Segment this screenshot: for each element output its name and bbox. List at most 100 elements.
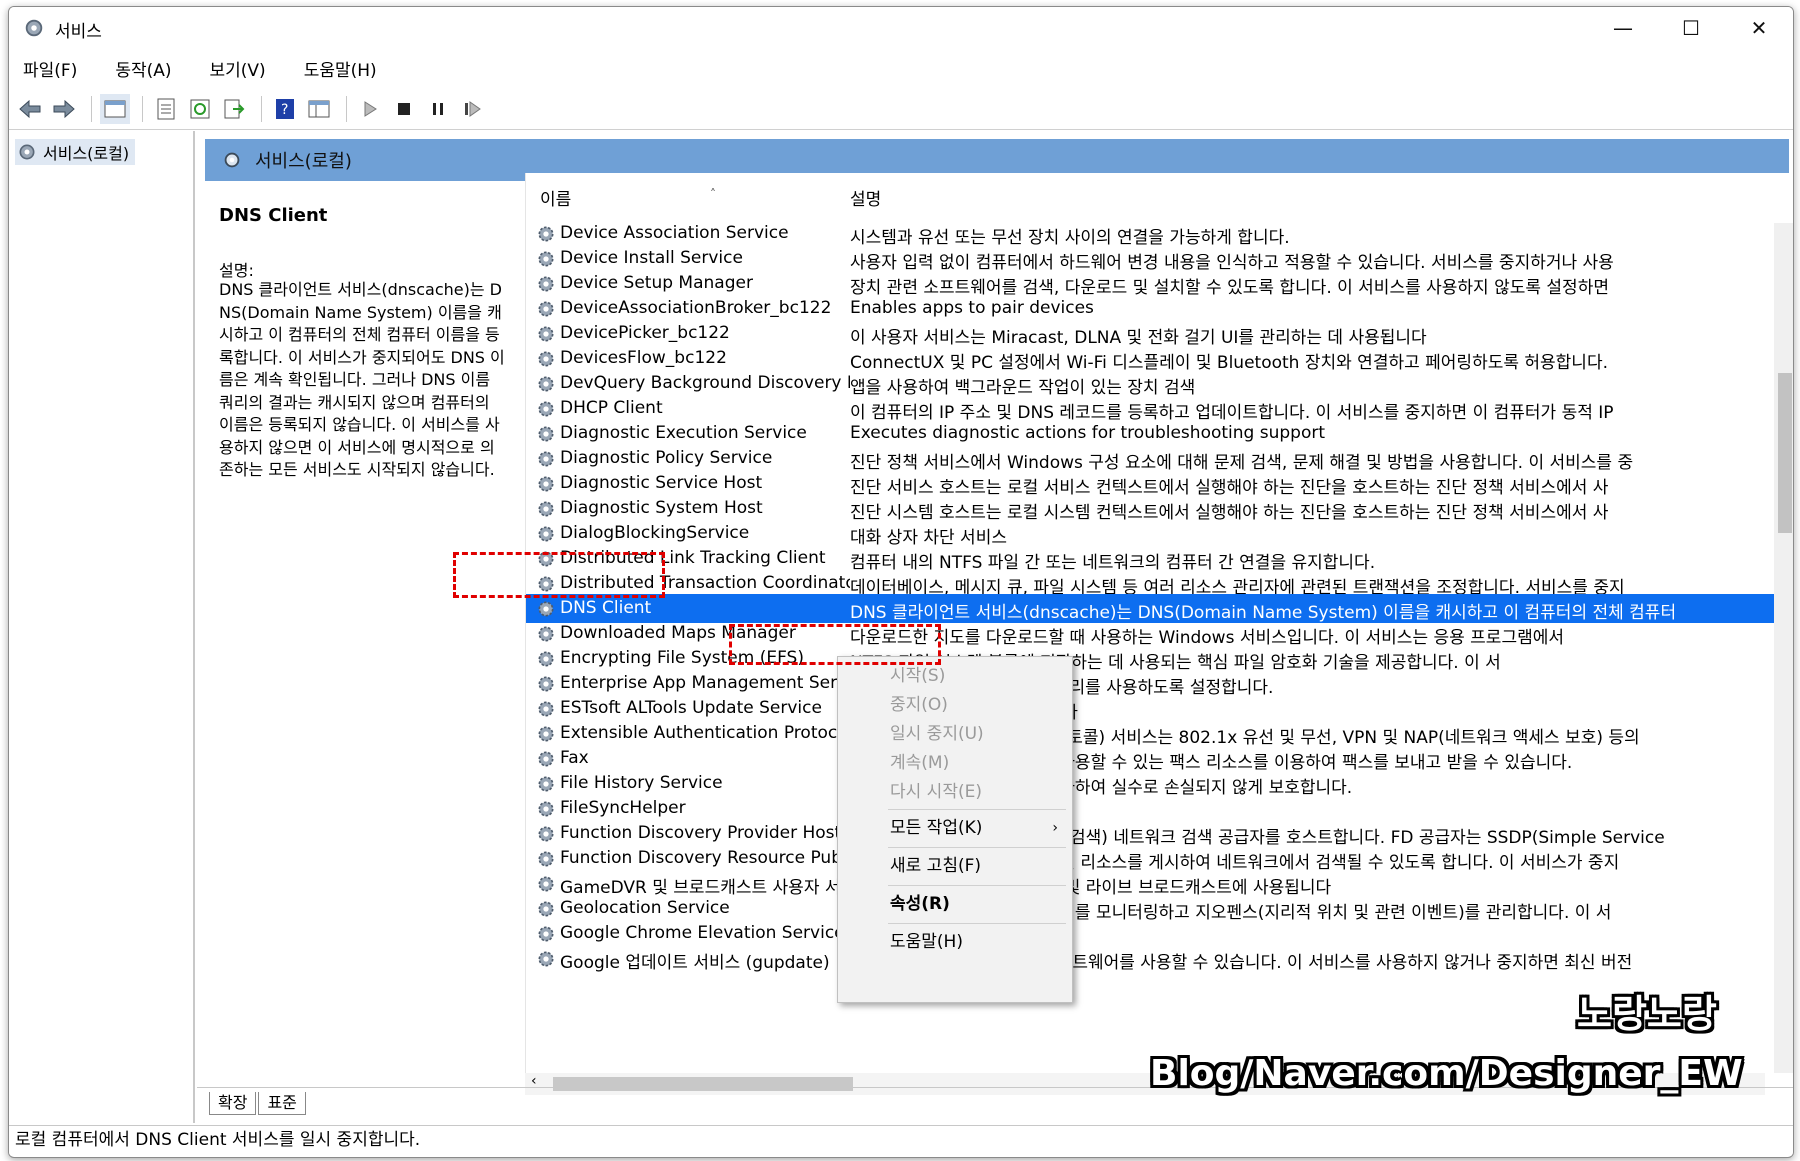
gear-icon (536, 274, 556, 294)
service-name: Device Association Service (560, 223, 789, 243)
forward-button[interactable] (49, 94, 79, 124)
pause-service-button[interactable] (423, 94, 453, 124)
maximize-button[interactable]: ☐ (1657, 7, 1725, 49)
column-header-desc[interactable]: 설명 (850, 185, 881, 211)
tab-standard[interactable]: 표준 (258, 1091, 306, 1115)
tab-extended[interactable]: 확장 (209, 1091, 257, 1115)
service-name: Google 업데이트 서비스 (gupdate) (560, 953, 830, 973)
gear-icon (25, 19, 43, 37)
service-name: DNS Client (560, 598, 652, 618)
service-name: Diagnostic Service Host (560, 473, 763, 493)
column-desc-label: 설명 (850, 190, 882, 210)
services-list: 이름 ˄ 설명 Device Association Service 시스템과 유… (525, 173, 1793, 1073)
gear-icon (536, 924, 556, 944)
context-menu-label: 계속(M) (890, 753, 950, 773)
service-name: Google Chrome Elevation Service (Go... (560, 923, 850, 943)
content-header-title: 서비스(로컬) (255, 151, 352, 172)
menu-item-0[interactable]: 파일(F) (9, 56, 95, 81)
context-menu-label: 도움말(H) (890, 932, 963, 952)
service-name: Diagnostic Execution Service (560, 423, 807, 443)
service-name: Encrypting File System (EFS) (560, 648, 804, 668)
service-name: Extensible Authentication Protocol (560, 723, 850, 743)
gear-icon (536, 549, 556, 569)
minimize-icon: — (1613, 16, 1633, 40)
watermark-blog: Blog/Naver.com/Designer_EW (1150, 1053, 1743, 1094)
back-button[interactable] (15, 94, 45, 124)
gear-icon (536, 449, 556, 469)
services-window: 서비스 — ☐ ✕ 파일(F) 동작(A) 보기(V) 도움말(H) ? 서비스(로컬… (8, 6, 1794, 1158)
restart-service-button[interactable] (457, 94, 487, 124)
context-menu-label: 새로 고침(F) (890, 856, 982, 876)
view-button[interactable] (304, 94, 334, 124)
column-header-name[interactable]: 이름 ˄ (540, 185, 716, 211)
gear-icon (536, 949, 556, 969)
tree-item-services-local[interactable]: 서비스(로컬) (15, 139, 136, 165)
menu-item-1[interactable]: 동작(A) (101, 56, 189, 81)
vertical-scroll-thumb[interactable] (1778, 373, 1792, 533)
help-icon: ? (276, 99, 294, 119)
service-description: Enables apps to pair devices (850, 298, 1094, 318)
gear-icon (536, 474, 556, 494)
gear-icon (536, 249, 556, 269)
export-list-button[interactable] (219, 94, 249, 124)
context-menu-item[interactable]: 새로 고침(F) (838, 851, 1072, 881)
context-menu-separator (888, 923, 1066, 924)
context-menu-item[interactable]: 다시 시작(E) (838, 777, 1072, 807)
window-title: 서비스 (55, 22, 102, 42)
refresh-button[interactable] (185, 94, 215, 124)
toolbar-separator (261, 96, 262, 122)
context-menu: 시작(S) 중지(O) 일시 중지(U) 계속(M) 다시 시작(E) 모든 작업(K) ›… (837, 656, 1073, 1003)
context-menu-item[interactable]: 일시 중지(U) (838, 719, 1072, 749)
service-name: Distributed Transaction Coordinator (560, 573, 850, 593)
gear-icon (536, 874, 556, 894)
service-name: DevicesFlow_bc122 (560, 348, 727, 368)
context-menu-label: 속성(R) (890, 894, 950, 914)
context-menu-item[interactable]: 계속(M) (838, 748, 1072, 778)
context-menu-item[interactable]: 속성(R) (838, 889, 1072, 919)
context-menu-item[interactable]: 중지(O) (838, 690, 1072, 720)
context-menu-separator (888, 885, 1066, 886)
service-name: Device Install Service (560, 248, 743, 268)
context-menu-item[interactable]: 시작(S) (838, 661, 1072, 691)
service-name: Device Setup Manager (560, 273, 753, 293)
forward-icon (53, 99, 75, 119)
title-bar[interactable]: 서비스 — ☐ ✕ (9, 7, 1793, 49)
gear-icon (536, 599, 556, 619)
close-button[interactable]: ✕ (1725, 7, 1793, 49)
context-menu-label: 일시 중지(U) (890, 724, 984, 744)
svg-text:?: ? (281, 102, 288, 118)
service-name: DevicePicker_bc122 (560, 323, 730, 343)
gear-icon (536, 674, 556, 694)
minimize-button[interactable]: — (1589, 7, 1657, 49)
gear-icon (536, 524, 556, 544)
properties-button[interactable] (151, 94, 181, 124)
gear-icon (536, 374, 556, 394)
service-name: File History Service (560, 773, 723, 793)
context-menu-item[interactable]: 도움말(H) (838, 927, 1072, 957)
menu-item-3[interactable]: 도움말(H) (290, 56, 395, 81)
service-description: Executes diagnostic actions for troubles… (850, 423, 1325, 443)
context-menu-label: 시작(S) (890, 666, 946, 686)
vertical-scrollbar[interactable] (1774, 223, 1793, 1073)
service-name: Function Discovery Resource Publication (560, 848, 850, 868)
service-name: Diagnostic Policy Service (560, 448, 773, 468)
watermark-title: 노랑노랑 (1577, 992, 1717, 1036)
context-menu-item[interactable]: 모든 작업(K) › (838, 813, 1072, 843)
help-button[interactable]: ? (270, 94, 300, 124)
table-row[interactable]: Google 업데이트 서비스 (gupdate) 항상 최신 버전의 Googl… (526, 944, 1793, 973)
description-pane: DNS Client 설명: DNS 클라이언트 서비스(dnscache)는 … (211, 183, 511, 1063)
start-service-button[interactable] (355, 94, 385, 124)
service-name: Downloaded Maps Manager (560, 623, 796, 643)
menu-item-2[interactable]: 보기(V) (196, 56, 284, 81)
gear-icon (536, 624, 556, 644)
service-name: DevQuery Background Discovery Bro... (560, 373, 850, 393)
close-icon: ✕ (1750, 16, 1768, 40)
gear-icon (19, 144, 35, 160)
gear-icon (536, 849, 556, 869)
gear-icon (536, 349, 556, 369)
stop-service-button[interactable] (389, 94, 419, 124)
context-menu-label: 모든 작업(K) (890, 818, 983, 838)
service-name: Distributed Link Tracking Client (560, 548, 826, 568)
show-hide-tree-button[interactable] (100, 94, 130, 124)
restart-icon (465, 101, 481, 117)
